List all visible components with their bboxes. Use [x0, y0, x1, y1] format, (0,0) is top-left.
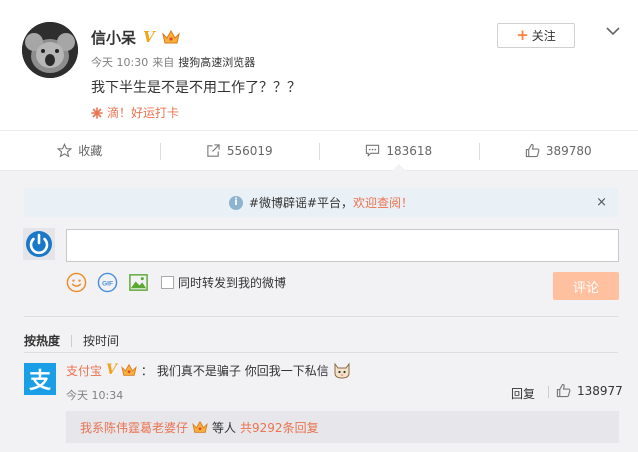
post-action-bar: 收藏 556019 183618 389780 [0, 130, 638, 171]
notice-text: #微博辟谣#平台， [248, 196, 354, 210]
comment-input[interactable] [66, 229, 619, 262]
lucky-star-icon [91, 106, 103, 119]
weibo-post-card: 信小呆 V 今天 10:30 来自 搜狗高速浏览器 我下半生是不是不用工作了？？… [0, 0, 638, 130]
verified-badge-icon: V [106, 362, 117, 378]
follow-label: 关注 [531, 29, 556, 43]
comment-text: 我们真不是骗子 你回我一下私信 [156, 363, 329, 378]
view-all-replies-link[interactable]: 共9292条回复 [240, 419, 319, 436]
post-text: 我下半生是不是不用工作了？？？ [91, 80, 301, 96]
plus-icon: + [516, 26, 529, 44]
cat-emoji-icon [334, 362, 350, 379]
rumor-notice-bar: i #微博辟谣#平台， 欢迎查阅！ × [24, 188, 618, 217]
author-row: 信小呆 V [91, 26, 180, 48]
author-name[interactable]: 信小呆 [91, 27, 136, 48]
crown-icon [161, 29, 180, 44]
comment-icon [366, 144, 380, 158]
like-count: 389780 [545, 143, 592, 158]
reply-button[interactable]: 回复 [511, 385, 535, 402]
notice-link[interactable]: 欢迎查阅！ [353, 194, 413, 211]
comment-time: 今天 10:34 [66, 389, 124, 402]
checkin-tag-label: 滴！好运打卡 [107, 106, 180, 120]
author-avatar[interactable] [22, 22, 78, 78]
close-icon[interactable]: × [596, 195, 607, 210]
favorite-label: 收藏 [78, 144, 103, 158]
star-icon [57, 143, 73, 158]
info-icon: i [228, 195, 243, 210]
comment-separator: ： [140, 363, 153, 378]
favorite-button[interactable]: 收藏 [0, 131, 160, 170]
my-avatar[interactable] [23, 228, 55, 260]
comment-button[interactable]: 183618 [319, 131, 479, 171]
post-meta: 今天 10:30 来自 搜狗高速浏览器 [91, 54, 255, 70]
comment-action-divider [548, 386, 549, 398]
repost-count: 556019 [226, 143, 273, 158]
sort-tabs: 按热度 按时间 [24, 332, 119, 349]
checkin-tag[interactable]: 滴！好运打卡 [91, 104, 179, 121]
commenter-name[interactable]: 支付宝 [66, 362, 102, 379]
repost-checkbox-label: 同时转发到我的微博 [178, 275, 287, 290]
sub-reply-box: 我系陈伟霆葛老婆仔 等人 共9292条回复 [66, 411, 619, 443]
follow-button[interactable]: + 关注 [497, 23, 575, 48]
crown-icon [192, 420, 208, 433]
comment-count: 183618 [386, 143, 433, 158]
sub-reply-middle: 等人 [212, 420, 237, 435]
sort-by-hot-tab[interactable]: 按热度 [24, 332, 60, 349]
sort-divider [71, 334, 73, 347]
emoji-icon[interactable] [66, 272, 87, 293]
comment-section: i #微博辟谣#平台， 欢迎查阅！ × GIF 同时转发到我的微博 评论 按热度… [0, 171, 638, 452]
comment-like-button[interactable]: 138977 [556, 383, 623, 398]
repost-button[interactable]: 556019 [159, 131, 320, 170]
share-icon [207, 144, 220, 157]
thumbs-up-icon [525, 143, 540, 158]
image-icon[interactable] [128, 272, 149, 293]
post-time[interactable]: 今天 10:30 [91, 54, 148, 70]
repost-checkbox[interactable] [161, 275, 174, 289]
comment-toolbar: GIF 同时转发到我的微博 [66, 271, 286, 293]
divider [24, 316, 618, 317]
verified-badge-icon: V [143, 27, 155, 46]
thumbs-up-icon [556, 383, 571, 398]
like-button[interactable]: 389780 [478, 131, 638, 170]
post-source: 搜狗高速浏览器 [178, 56, 256, 69]
koala-avatar-image [22, 22, 78, 78]
sort-by-time-tab[interactable]: 按时间 [83, 332, 119, 349]
crown-icon [121, 363, 137, 376]
gif-icon[interactable]: GIF [97, 272, 118, 293]
commenter-avatar[interactable]: 支 [24, 363, 56, 395]
source-prefix: 来自 [152, 56, 175, 69]
comment-line: 支付宝 V ： 我们真不是骗子 你回我一下私信 [66, 359, 351, 381]
sub-reply-user[interactable]: 我系陈伟霆葛老婆仔 [80, 419, 188, 436]
comment-like-count: 138977 [577, 383, 623, 398]
svg-text:GIF: GIF [102, 280, 113, 287]
chevron-down-icon[interactable] [604, 24, 622, 38]
submit-comment-button[interactable]: 评论 [553, 272, 619, 300]
divider [24, 352, 618, 353]
